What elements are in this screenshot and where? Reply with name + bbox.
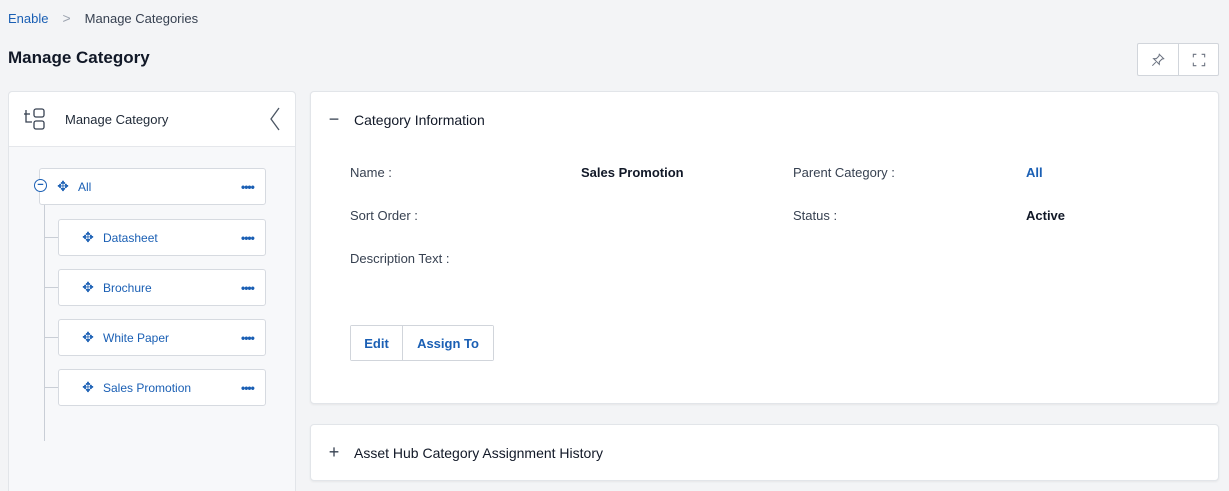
drag-handle-icon[interactable]: ✥ <box>54 178 72 195</box>
page-title: Manage Category <box>8 48 150 67</box>
tree-connector <box>44 387 58 388</box>
tree-node-all[interactable]: ✥ All •••• <box>39 168 266 205</box>
category-tree-panel: Manage Category − ✥ All •••• ✥ Datasheet… <box>8 91 296 491</box>
tree-node-label: Brochure <box>103 280 152 295</box>
breadcrumb-current: Manage Categories <box>84 10 199 26</box>
category-action-buttons: Edit Assign To <box>350 325 494 361</box>
tree-connector <box>44 237 58 238</box>
fullscreen-icon <box>1192 53 1205 66</box>
tree-node-white-paper[interactable]: ✥ White Paper •••• <box>58 319 266 356</box>
parent-category-link[interactable]: All <box>1026 165 1043 180</box>
assignment-history-header[interactable]: + Asset Hub Category Assignment History <box>311 425 1218 480</box>
drag-handle-icon[interactable]: ✥ <box>79 279 97 296</box>
collapse-minus-icon[interactable]: − <box>326 109 342 130</box>
status-label: Status : <box>793 208 838 223</box>
tree-connector <box>44 287 58 288</box>
drag-handle-icon[interactable]: ✥ <box>79 329 97 346</box>
tree-panel-header: Manage Category <box>9 92 295 147</box>
parent-category-label: Parent Category : <box>793 165 895 180</box>
tree-structure-icon <box>24 108 45 130</box>
collapse-panel-icon[interactable] <box>267 106 283 132</box>
more-options-icon[interactable]: •••• <box>241 281 265 295</box>
name-value: Sales Promotion <box>581 165 684 180</box>
more-options-icon[interactable]: •••• <box>241 231 265 245</box>
expand-plus-icon[interactable]: + <box>326 442 342 463</box>
tree-node-label: Datasheet <box>103 230 158 245</box>
assignment-history-title: Asset Hub Category Assignment History <box>354 444 603 461</box>
edit-button[interactable]: Edit <box>351 326 402 360</box>
tree-node-datasheet[interactable]: ✥ Datasheet •••• <box>58 219 266 256</box>
drag-handle-icon[interactable]: ✥ <box>79 229 97 246</box>
page-actions <box>1137 43 1219 76</box>
assignment-history-card: + Asset Hub Category Assignment History <box>310 424 1219 481</box>
tree-node-label: All <box>78 179 92 194</box>
tree-node-sales-promotion[interactable]: ✥ Sales Promotion •••• <box>58 369 266 406</box>
category-information-header[interactable]: − Category Information <box>311 92 1218 147</box>
drag-handle-icon[interactable]: ✥ <box>79 379 97 396</box>
fullscreen-button[interactable] <box>1178 44 1218 75</box>
description-label: Description Text : <box>350 251 450 266</box>
more-options-icon[interactable]: •••• <box>241 331 265 345</box>
pin-button[interactable] <box>1138 44 1178 75</box>
tree-node-label: White Paper <box>103 330 170 345</box>
assign-to-button[interactable]: Assign To <box>402 326 493 360</box>
breadcrumb-separator-icon: > <box>62 10 71 26</box>
breadcrumb-enable-link[interactable]: Enable <box>8 11 48 26</box>
category-information-title: Category Information <box>354 111 485 128</box>
tree-node-label: Sales Promotion <box>103 380 192 395</box>
category-information-card: − Category Information Name : Sales Prom… <box>310 91 1219 404</box>
sort-order-label: Sort Order : <box>350 208 418 223</box>
tree-node-brochure[interactable]: ✥ Brochure •••• <box>58 269 266 306</box>
more-options-icon[interactable]: •••• <box>241 180 265 194</box>
tree-connector <box>44 195 45 441</box>
collapse-node-icon[interactable]: − <box>34 179 47 192</box>
tree-connector <box>44 337 58 338</box>
name-label: Name : <box>350 165 392 180</box>
pin-icon <box>1151 52 1165 66</box>
more-options-icon[interactable]: •••• <box>241 381 265 395</box>
breadcrumb: Enable > Manage Categories <box>8 10 198 26</box>
tree-panel-title: Manage Category <box>65 111 169 127</box>
status-value: Active <box>1026 208 1066 223</box>
